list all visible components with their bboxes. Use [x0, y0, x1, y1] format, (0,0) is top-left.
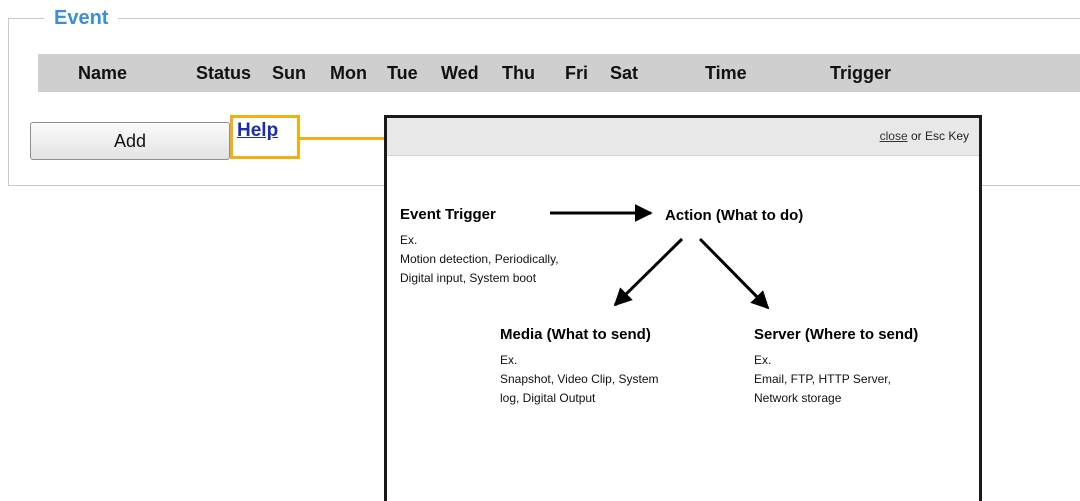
action-title: Action (What to do) [665, 207, 804, 224]
callout-connector-line [300, 137, 384, 140]
column-header-trigger: Trigger [830, 63, 892, 83]
help-link[interactable]: Help [237, 120, 278, 142]
server-title: Server (Where to send) [754, 326, 919, 343]
event-table-header: Name Status Sun Mon Tue Wed Thu Fri Sat … [38, 54, 1080, 92]
add-button[interactable]: Add [30, 122, 230, 160]
column-header-sun: Sun [272, 63, 306, 83]
media-description: Ex. Snapshot, Video Clip, System log, Di… [500, 353, 659, 405]
media-title: Media (What to send) [500, 326, 651, 343]
column-header-name: Name [78, 63, 128, 83]
arrow-action-to-media [613, 237, 684, 307]
column-header-thu: Thu [502, 63, 535, 83]
event-trigger-title: Event Trigger [400, 206, 496, 223]
server-description: Ex. Email, FTP, HTTP Server, Network sto… [754, 353, 891, 405]
column-header-fri: Fri [565, 63, 589, 83]
event-section-title: Event [44, 6, 119, 30]
column-header-mon: Mon [330, 63, 367, 83]
column-header-tue: Tue [387, 63, 418, 83]
arrow-action-to-server [698, 237, 770, 310]
column-header-sat: Sat [610, 63, 639, 83]
column-header-wed: Wed [441, 63, 479, 83]
column-header-time: Time [705, 63, 747, 83]
column-header-status: Status [196, 63, 252, 83]
event-trigger-description: Ex. Motion detection, Periodically, Digi… [400, 233, 559, 285]
flow-arrows [550, 204, 770, 310]
help-popup: close or Esc Key Event Trigger Ex. Motio… [384, 115, 982, 501]
